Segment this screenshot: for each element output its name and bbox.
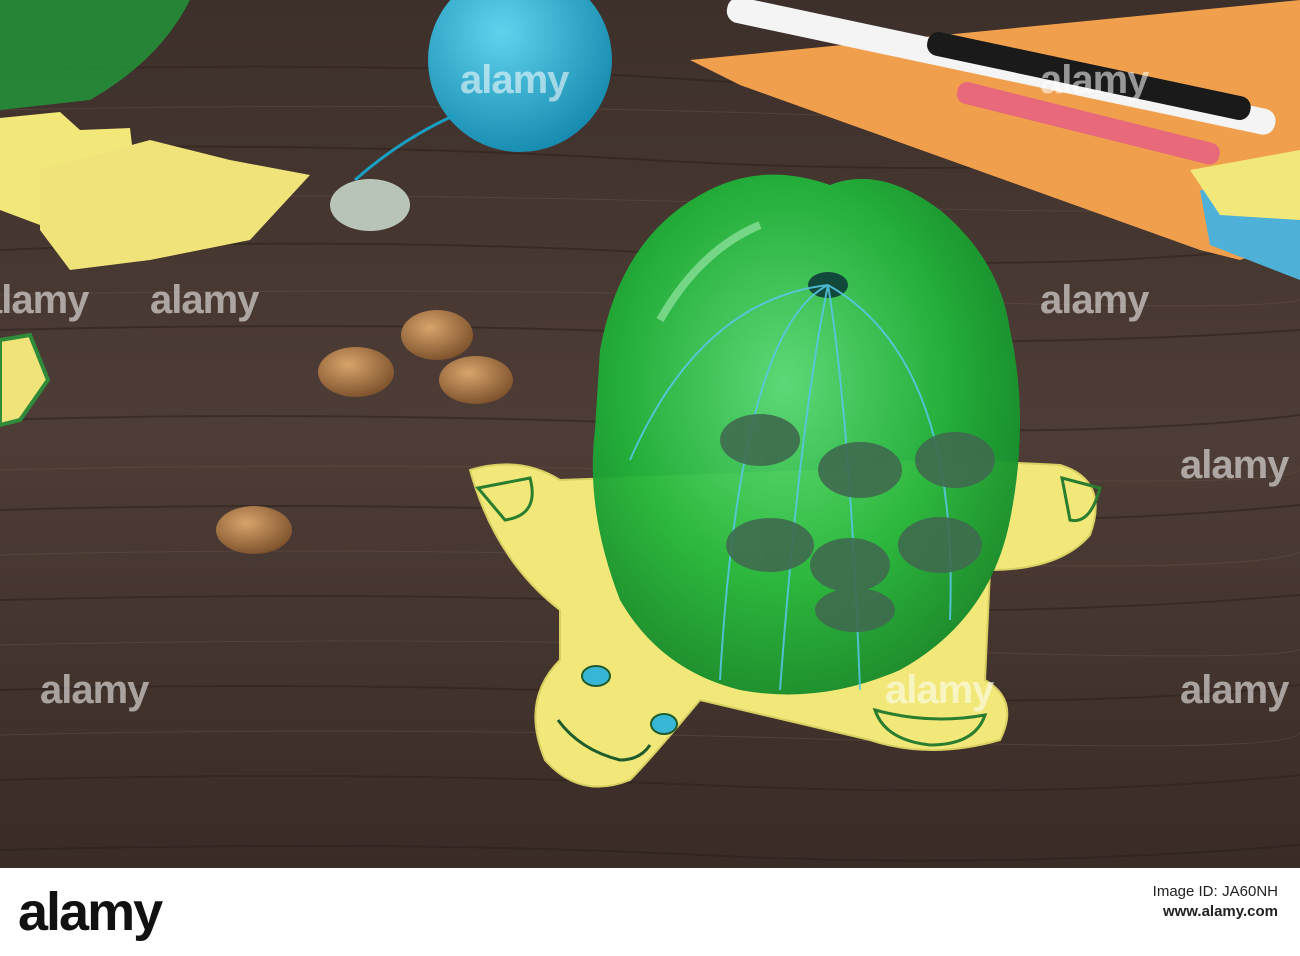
watermark: alamy [885, 668, 994, 712]
watermark: alamy [150, 278, 259, 322]
alamy-logo-text: alamy [18, 882, 163, 942]
watermark: alamy [1180, 668, 1289, 712]
watermark: alamy [1040, 278, 1149, 322]
image-info: Image ID: JA60NH www.alamy.com [1153, 882, 1278, 922]
image-id: JA60NH [1222, 883, 1278, 900]
footer-bar: alamy Image ID: JA60NH www.alamy.com [0, 868, 1300, 956]
watermark: alamy [40, 668, 149, 712]
image-id-label: Image ID: [1152, 883, 1218, 900]
photo: alamy alamy alamy alamy alamy alamy alam… [0, 0, 1300, 868]
watermark: alamy [1180, 443, 1289, 487]
watermark: alamy [460, 58, 569, 102]
photo-scene [0, 0, 1300, 868]
site-url[interactable]: www.alamy.com [1163, 903, 1278, 920]
watermark: alamy [1040, 58, 1149, 102]
alamy-logo: alamy [18, 880, 268, 944]
watermark: alamy [0, 278, 89, 322]
